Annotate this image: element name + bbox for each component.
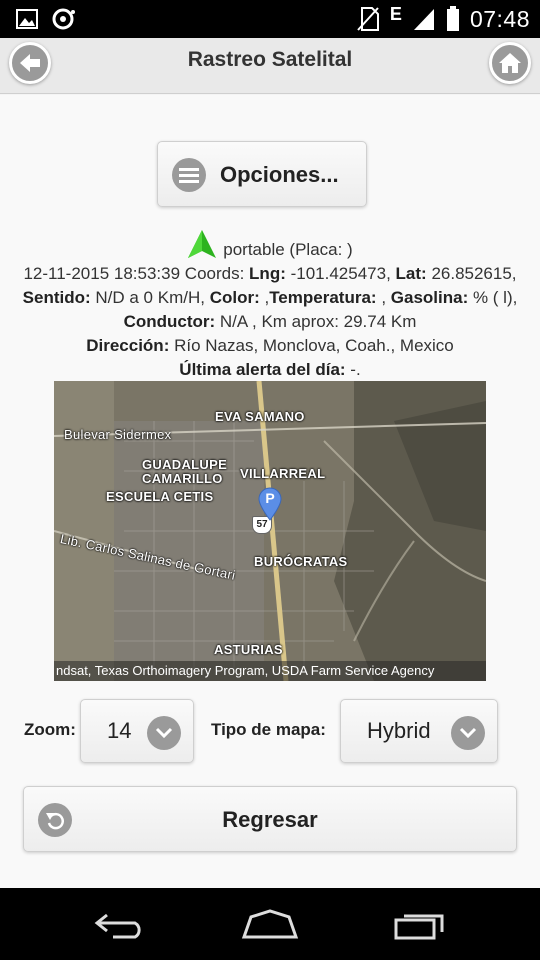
map-pin-label: P: [265, 490, 275, 506]
home-icon: [499, 53, 521, 73]
map-label-eva-samano: EVA SAMANO: [215, 409, 305, 424]
direccion-value: Río Nazas, Monclova, Coah., Mexico: [169, 336, 454, 355]
color-value: ,: [259, 288, 270, 307]
nav-back-icon: [94, 913, 141, 939]
nav-home-icon: [241, 909, 299, 939]
opciones-button[interactable]: Opciones...: [157, 141, 367, 207]
map-label-guadalupe: GUADALUPE: [142, 457, 228, 472]
page-title: Rastreo Satelital: [187, 48, 353, 71]
status-time: 07:48: [469, 5, 530, 32]
opciones-label: Opciones...: [220, 162, 339, 187]
zoom-label: Zoom:: [24, 720, 76, 739]
coords-text: Coords:: [180, 264, 250, 283]
report-datetime: 12-11-2015 18:53:39: [23, 264, 181, 283]
conductor-value: N/A , Km aprox: 29.74 Km: [215, 312, 417, 331]
regresar-label: Regresar: [222, 807, 318, 832]
content-area: Opciones... portable (Placa: ) 12-11-201…: [0, 95, 540, 888]
color-label: Color:: [209, 288, 260, 307]
menu-icon: [172, 158, 206, 192]
header: Rastreo Satelital: [0, 38, 540, 94]
alerta-line: Última alerta del día: -.: [16, 358, 524, 382]
sentido-value: N/D a 0 Km/H,: [90, 288, 210, 307]
vehicle-details: 12-11-2015 18:53:39 Coords: Lng: -101.42…: [16, 262, 524, 334]
direccion-label: Dirección:: [86, 336, 170, 355]
nav-home-button[interactable]: [235, 904, 305, 944]
nav-bar: [0, 888, 540, 960]
screen: E 07:48 Rastreo Satelital Opciones... po…: [0, 0, 540, 960]
vehicle-name-line: portable (Placa: ): [16, 229, 524, 262]
regresar-button[interactable]: Regresar: [23, 786, 517, 852]
map-type-select[interactable]: Hybrid: [340, 699, 498, 763]
map-pin-icon[interactable]: P: [258, 487, 282, 521]
home-button[interactable]: [489, 42, 531, 84]
vehicle-name: portable (Placa: ): [223, 240, 353, 259]
chevron-down-icon: [451, 716, 485, 750]
sync-icon: [52, 8, 75, 30]
alerta-label: Última alerta del día:: [179, 360, 346, 379]
map-type-value: Hybrid: [367, 718, 431, 743]
map-label-bulevar: Bulevar Sidermex: [64, 427, 172, 442]
map-label-villarreal: VILLARREAL: [240, 466, 326, 481]
map-label-camarillo: CAMARILLO: [142, 471, 223, 486]
sentido-label: Sentido:: [22, 288, 91, 307]
nav-recents-icon: [394, 914, 444, 940]
alerta-value: -.: [345, 360, 361, 379]
signal-icon: [413, 9, 434, 30]
lng-value: -101.425473,: [285, 264, 396, 283]
conductor-label: Conductor:: [123, 312, 216, 331]
vehicle-info: portable (Placa: ) 12-11-2015 18:53:39 C…: [16, 229, 524, 382]
gasolina-value: % ( l),: [468, 288, 518, 307]
battery-icon: [446, 6, 459, 31]
map-attribution: ndsat, Texas Orthoimagery Program, USDA …: [54, 661, 486, 681]
status-bar: E 07:48: [0, 0, 540, 38]
temperatura-label: Temperatura:: [269, 288, 377, 307]
lat-value: 26.852615,: [431, 264, 517, 283]
map-type-label: Tipo de mapa:: [211, 720, 326, 739]
vehicle-arrow-icon: [188, 230, 217, 258]
lat-label: Lat:: [395, 264, 427, 283]
zoom-value: 14: [107, 718, 132, 743]
zoom-select[interactable]: 14: [80, 699, 194, 763]
map-label-escuela: ESCUELA CETIS: [106, 489, 214, 504]
lng-label: Lng:: [249, 264, 286, 283]
image-icon: [16, 9, 38, 29]
satellite-map[interactable]: EVA SAMANO Bulevar Sidermex GUADALUPE CA…: [54, 381, 486, 681]
temperatura-value: ,: [381, 288, 391, 307]
nav-recents-button[interactable]: [385, 904, 455, 944]
network-type: E: [389, 3, 402, 24]
gasolina-label: Gasolina:: [390, 288, 469, 307]
no-sim-icon: [357, 7, 379, 31]
direccion-line: Dirección: Río Nazas, Monclova, Coah., M…: [16, 334, 524, 358]
nav-back-button[interactable]: [85, 904, 155, 944]
chevron-down-icon: [147, 716, 181, 750]
map-label-burocratas: BURÓCRATAS: [254, 554, 348, 569]
map-label-asturias: ASTURIAS: [214, 642, 283, 657]
